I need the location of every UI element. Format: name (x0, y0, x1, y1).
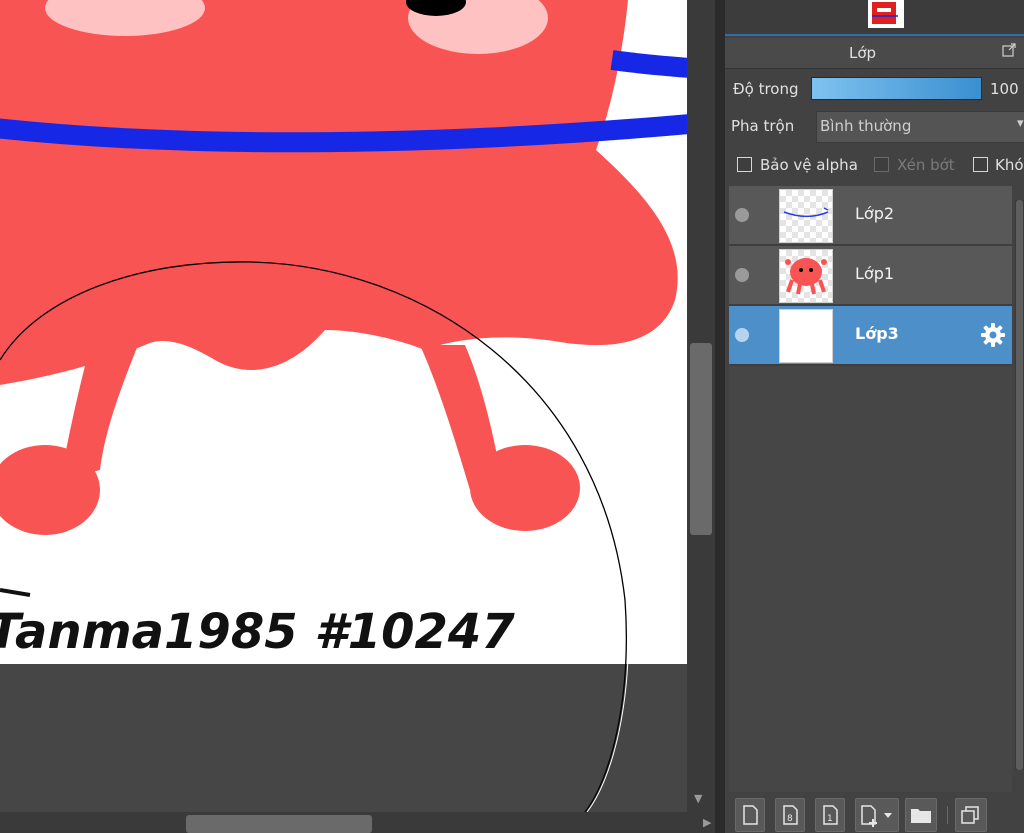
toolbar-separator (947, 806, 948, 824)
svg-text:8: 8 (787, 814, 793, 824)
visibility-toggle-icon[interactable] (735, 208, 749, 222)
blend-mode-value: Bình thường (820, 117, 912, 135)
layer-row-lop1[interactable]: Lớp1 (729, 246, 1012, 306)
scroll-down-arrow-icon[interactable]: ▼ (694, 792, 702, 805)
duplicate-icon (961, 806, 979, 824)
blend-mode-select[interactable]: Bình thường ▾ (816, 111, 1024, 143)
layer-name: Lớp1 (855, 264, 895, 283)
scroll-right-arrow-icon[interactable]: ▶ (703, 816, 711, 829)
protect-alpha-checkbox[interactable] (737, 157, 752, 172)
layer-list-scroll-thumb[interactable] (1016, 200, 1023, 770)
horizontal-scroll-thumb[interactable] (186, 815, 372, 833)
opacity-label: Độ trong (733, 80, 799, 98)
layer-list-scrollbar[interactable] (1015, 200, 1024, 770)
clipping-checkbox[interactable] (874, 157, 889, 172)
band-icon (783, 207, 829, 218)
visibility-toggle-icon[interactable] (735, 328, 749, 342)
panel-splitter[interactable] (715, 0, 725, 833)
protect-alpha-label: Bảo vệ alpha (760, 156, 858, 174)
panel-header: Lớp (725, 38, 1024, 69)
vertical-scroll-thumb[interactable] (690, 343, 712, 535)
monster-icon (785, 258, 827, 295)
layer-list: Lớp2 Lớp1 Lớp3 (729, 186, 1012, 792)
right-foot (470, 445, 580, 531)
navigator-thumbnail[interactable] (868, 0, 904, 28)
monster-body (0, 0, 678, 385)
lock-checkbox[interactable] (973, 157, 988, 172)
svg-text:1: 1 (827, 814, 833, 824)
layer-name: Lớp2 (855, 204, 895, 223)
add-menu-icon (861, 805, 892, 827)
opacity-value: 100 % (990, 80, 1024, 98)
detach-panel-icon[interactable] (1002, 43, 1016, 57)
navigator-preview[interactable] (725, 0, 1024, 36)
new-1bit-layer-icon: 1 (823, 805, 838, 825)
layer-toolbar: 8 1 (725, 794, 1024, 833)
blue-band-top (610, 50, 687, 78)
layers-panel: Lớp Độ trong 100 % Pha trộn Bình thường … (725, 0, 1024, 833)
panel-title: Lớp (848, 44, 877, 62)
lock-label: Khóa (995, 156, 1024, 174)
drawing-canvas[interactable]: Tanma1985 #10247 (0, 0, 687, 812)
canvas-horizontal-scrollbar[interactable]: ▶ (0, 812, 715, 833)
canvas-artwork: Tanma1985 #10247 (0, 0, 687, 812)
layer-thumbnail (779, 249, 833, 303)
layer-row-lop2[interactable]: Lớp2 (729, 186, 1012, 246)
signature-text: Tanma1985 #10247 (0, 604, 515, 660)
new-1bit-layer-button[interactable]: 1 (815, 798, 845, 832)
blend-label: Pha trộn (731, 117, 795, 135)
new-8bit-layer-icon: 8 (783, 805, 798, 825)
new-8bit-layer-button[interactable]: 8 (775, 798, 805, 832)
visibility-toggle-icon[interactable] (735, 268, 749, 282)
canvas-vertical-scrollbar[interactable]: ▼ (687, 0, 715, 812)
new-folder-button[interactable] (905, 798, 937, 832)
chevron-down-icon: ▾ (1017, 116, 1024, 131)
layer-thumbnail (779, 189, 833, 243)
gear-icon[interactable] (979, 321, 1007, 349)
layer-name: Lớp3 (855, 324, 899, 343)
new-layer-icon (743, 805, 758, 825)
layer-thumbnail (779, 309, 833, 363)
clipping-label: Xén bớt (897, 156, 955, 174)
duplicate-layer-button[interactable] (955, 798, 987, 832)
add-layer-menu-button[interactable] (855, 798, 899, 832)
opacity-slider[interactable] (811, 77, 982, 100)
folder-icon (911, 809, 931, 823)
new-layer-button[interactable] (735, 798, 765, 832)
layer-row-lop3[interactable]: Lớp3 (729, 306, 1012, 366)
